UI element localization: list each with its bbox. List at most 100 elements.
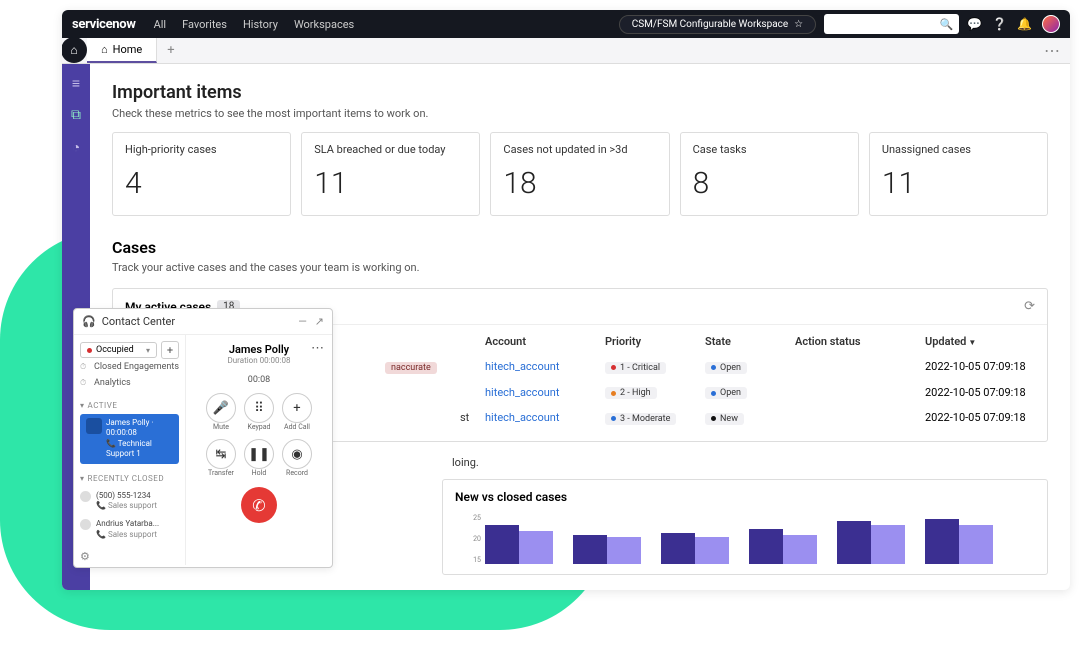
bar-new bbox=[837, 521, 871, 563]
home-bubble-icon[interactable]: ⌂ bbox=[62, 37, 87, 63]
metric-stale[interactable]: Cases not updated in >3d 18 bbox=[490, 132, 669, 216]
bar-closed bbox=[783, 535, 817, 564]
metric-value: 11 bbox=[882, 166, 1035, 201]
cc-more-icon[interactable]: ⋯ bbox=[311, 341, 324, 356]
nav-all[interactable]: All bbox=[154, 18, 167, 31]
active-call-card[interactable]: James Polly · 00:00:08 📞 Technical Suppo… bbox=[80, 414, 179, 464]
keypad-label: Keypad bbox=[244, 423, 274, 431]
metric-label: Unassigned cases bbox=[882, 143, 1035, 156]
rail-menu-icon[interactable]: ≡ bbox=[67, 74, 85, 92]
priority-pill: 3 - Moderate bbox=[605, 413, 676, 425]
tab-add[interactable]: + bbox=[157, 38, 184, 63]
search-icon[interactable]: 🔍 bbox=[939, 18, 953, 31]
priority-pill: 1 - Critical bbox=[605, 362, 666, 374]
tab-more-icon[interactable]: ⋯ bbox=[1034, 38, 1070, 63]
nav-workspaces[interactable]: Workspaces bbox=[294, 18, 354, 31]
minimize-icon[interactable]: — bbox=[298, 315, 307, 328]
nav-favorites[interactable]: Favorites bbox=[182, 18, 227, 31]
chevron-down-icon: ▾ bbox=[146, 346, 150, 355]
closed-engagements-link[interactable]: Closed Engagements bbox=[80, 359, 179, 375]
search-input[interactable] bbox=[830, 19, 939, 30]
bar-closed bbox=[871, 525, 905, 563]
add-call-label: Add Call bbox=[282, 423, 312, 431]
section-active: ▾ACTIVE bbox=[80, 401, 179, 410]
dot-icon bbox=[87, 348, 92, 353]
tab-bar: ⌂ ⌂ Home + ⋯ bbox=[62, 38, 1070, 64]
priority-pill: 2 - High bbox=[605, 387, 657, 399]
popout-icon[interactable]: ↗ bbox=[315, 315, 324, 328]
add-call-button[interactable]: + bbox=[282, 393, 312, 423]
end-call-button[interactable]: ✆ bbox=[241, 487, 277, 523]
rail-list-icon[interactable]: ⧉ bbox=[67, 106, 85, 124]
account-link[interactable]: hitech_account bbox=[485, 411, 605, 424]
metric-tasks[interactable]: Case tasks 8 bbox=[680, 132, 859, 216]
rail-clock-icon[interactable]: ◔ bbox=[67, 138, 85, 156]
recent-item[interactable]: (500) 555-1234 📞 Sales support bbox=[80, 487, 179, 516]
metric-sla[interactable]: SLA breached or due today 11 bbox=[301, 132, 480, 216]
bar-closed bbox=[959, 525, 993, 563]
chart-title: New vs closed cases bbox=[455, 490, 1035, 504]
transfer-button[interactable]: ↹ bbox=[206, 439, 236, 469]
metric-value: 8 bbox=[693, 166, 846, 201]
status-dropdown[interactable]: Occupied ▾ bbox=[80, 342, 157, 358]
hold-label: Hold bbox=[244, 469, 274, 477]
star-icon[interactable]: ☆ bbox=[794, 19, 803, 30]
caller-header: James Polly Duration 00:00:08 bbox=[228, 343, 291, 365]
notifications-icon[interactable]: 🔔 bbox=[1017, 17, 1032, 31]
tab-home[interactable]: ⌂ Home bbox=[87, 38, 157, 63]
topbar: servicenow All Favorites History Workspa… bbox=[62, 10, 1070, 38]
record-button[interactable]: ◉ bbox=[282, 439, 312, 469]
tab-home-label: Home bbox=[113, 43, 143, 56]
contact-center-panel: 🎧 Contact Center — ↗ Occupied ▾ + Closed… bbox=[73, 308, 333, 568]
global-search[interactable]: 🔍 bbox=[824, 14, 959, 34]
col-state[interactable]: State bbox=[705, 335, 795, 348]
dot-icon bbox=[611, 365, 616, 370]
col-updated[interactable]: Updated bbox=[925, 335, 1070, 348]
y-ticks: 25 20 15 bbox=[455, 514, 481, 564]
nav-history[interactable]: History bbox=[243, 18, 278, 31]
recent-item[interactable]: Andrius Yatarba... 📞 Sales support bbox=[80, 515, 179, 544]
bar-group bbox=[925, 519, 993, 563]
refresh-icon[interactable]: ⟳ bbox=[1024, 299, 1035, 314]
state-pill: New bbox=[705, 413, 744, 425]
col-priority[interactable]: Priority bbox=[605, 335, 705, 348]
account-link[interactable]: hitech_account bbox=[485, 386, 605, 399]
updated-value: 2022-10-05 07:09:18 bbox=[925, 360, 1070, 373]
account-link[interactable]: hitech_account bbox=[485, 360, 605, 373]
state-pill: Open bbox=[705, 387, 747, 399]
dot-icon bbox=[611, 391, 616, 396]
help-icon[interactable]: ❔ bbox=[992, 17, 1007, 31]
metric-high-priority[interactable]: High-priority cases 4 bbox=[112, 132, 291, 216]
row-left-tag: naccurate bbox=[385, 362, 437, 374]
bar-group bbox=[485, 525, 553, 563]
col-action-status[interactable]: Action status bbox=[795, 335, 925, 348]
col-account[interactable]: Account bbox=[485, 335, 605, 348]
chat-icon[interactable]: 💬 bbox=[967, 17, 982, 31]
chart-new-vs-closed: New vs closed cases 25 20 15 bbox=[442, 479, 1048, 575]
metric-row: High-priority cases 4 SLA breached or du… bbox=[112, 132, 1048, 216]
caller-avatar-icon bbox=[86, 418, 102, 434]
mute-button[interactable]: 🎤 bbox=[206, 393, 236, 423]
state-pill: Open bbox=[705, 362, 747, 374]
section-recent: ▾RECENTLY CLOSED bbox=[80, 474, 179, 483]
avatar[interactable] bbox=[1042, 15, 1060, 33]
keypad-button[interactable]: ⠿ bbox=[244, 393, 274, 423]
add-engagement-button[interactable]: + bbox=[161, 341, 179, 359]
metric-label: Case tasks bbox=[693, 143, 846, 156]
important-title: Important items bbox=[112, 82, 1048, 103]
lower-note: loing. bbox=[452, 456, 1048, 469]
analytics-link[interactable]: Analytics bbox=[80, 375, 179, 391]
headset-icon: 🎧 bbox=[82, 315, 96, 328]
gear-icon[interactable]: ⚙ bbox=[80, 550, 90, 563]
dot-icon bbox=[711, 416, 716, 421]
workspace-pill[interactable]: CSM/FSM Configurable Workspace ☆ bbox=[619, 15, 816, 34]
metric-label: High-priority cases bbox=[125, 143, 278, 156]
mute-label: Mute bbox=[206, 423, 236, 431]
dot-icon bbox=[711, 365, 716, 370]
metric-unassigned[interactable]: Unassigned cases 11 bbox=[869, 132, 1048, 216]
record-label: Record bbox=[282, 469, 312, 477]
top-icons: 💬 ❔ 🔔 bbox=[967, 15, 1060, 33]
hold-button[interactable]: ❚❚ bbox=[244, 439, 274, 469]
important-subtitle: Check these metrics to see the most impo… bbox=[112, 107, 1048, 120]
metric-label: SLA breached or due today bbox=[314, 143, 467, 156]
